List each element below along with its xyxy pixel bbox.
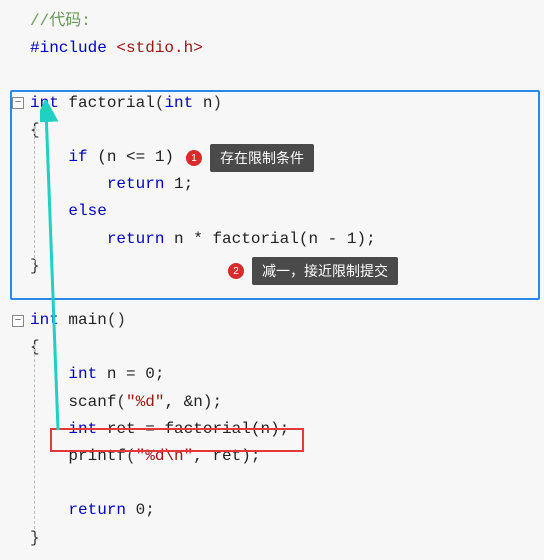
recursive-args: (n - 1); xyxy=(299,230,376,248)
printf-open: ( xyxy=(126,447,136,465)
paren-open: ( xyxy=(155,94,165,112)
tooltip-text: 减一，接近限制提交 xyxy=(262,263,388,279)
scanf-fmt: "%d" xyxy=(126,393,164,411)
recursive-call: factorial xyxy=(212,230,298,248)
if-condition: (n <= 1) xyxy=(88,148,174,166)
paren-close: ) xyxy=(212,94,222,112)
decl-ret-type: int xyxy=(68,420,97,438)
annotation-tooltip-2: 减一，接近限制提交 xyxy=(252,257,398,285)
param-name: n xyxy=(193,94,212,112)
else-keyword: else xyxy=(68,202,106,220)
param-type: int xyxy=(164,94,193,112)
include-header: <stdio.h> xyxy=(116,39,202,57)
fn-return-type: int xyxy=(30,94,59,112)
comment-line: //代码: xyxy=(30,12,91,30)
scanf-call: scanf xyxy=(68,393,116,411)
main-type: int xyxy=(30,311,59,329)
annotation-tooltip-1: 存在限制条件 xyxy=(210,144,314,172)
main-brace-open: { xyxy=(30,338,40,356)
fold-toggle-icon[interactable]: − xyxy=(12,315,24,327)
scanf-open: ( xyxy=(116,393,126,411)
brace-close: } xyxy=(30,257,40,275)
return-keyword-2: return xyxy=(107,230,165,248)
brace-open: { xyxy=(30,121,40,139)
badge-number: 1 xyxy=(191,153,197,164)
scanf-args: , &n); xyxy=(164,393,222,411)
printf-fmt: "%d\n" xyxy=(136,447,194,465)
return-expr: n * xyxy=(164,230,212,248)
include-keyword: #include xyxy=(30,39,116,57)
printf-call: printf xyxy=(68,447,126,465)
main-brace-close: } xyxy=(30,529,40,547)
return-value-1: 1; xyxy=(164,175,193,193)
annotation-badge-2: 2 xyxy=(228,263,244,279)
printf-args: , ret); xyxy=(193,447,260,465)
badge-number: 2 xyxy=(233,266,239,277)
fold-minus: − xyxy=(15,316,22,327)
return-0: 0; xyxy=(126,501,155,519)
return-keyword-3: return xyxy=(68,501,126,519)
fold-toggle-icon[interactable]: − xyxy=(12,97,24,109)
decl-ret-name: ret = xyxy=(97,420,164,438)
main-parens: () xyxy=(107,311,126,329)
return-keyword: return xyxy=(107,175,165,193)
factorial-call: factorial xyxy=(164,420,250,438)
factorial-args: (n); xyxy=(251,420,289,438)
fn-name: factorial xyxy=(59,94,155,112)
decl-n: n = 0; xyxy=(97,365,164,383)
tooltip-text: 存在限制条件 xyxy=(220,150,304,166)
fold-minus: − xyxy=(15,98,22,109)
annotation-badge-1: 1 xyxy=(186,150,202,166)
decl-n-type: int xyxy=(68,365,97,383)
if-keyword: if xyxy=(68,148,87,166)
main-name: main xyxy=(59,311,107,329)
